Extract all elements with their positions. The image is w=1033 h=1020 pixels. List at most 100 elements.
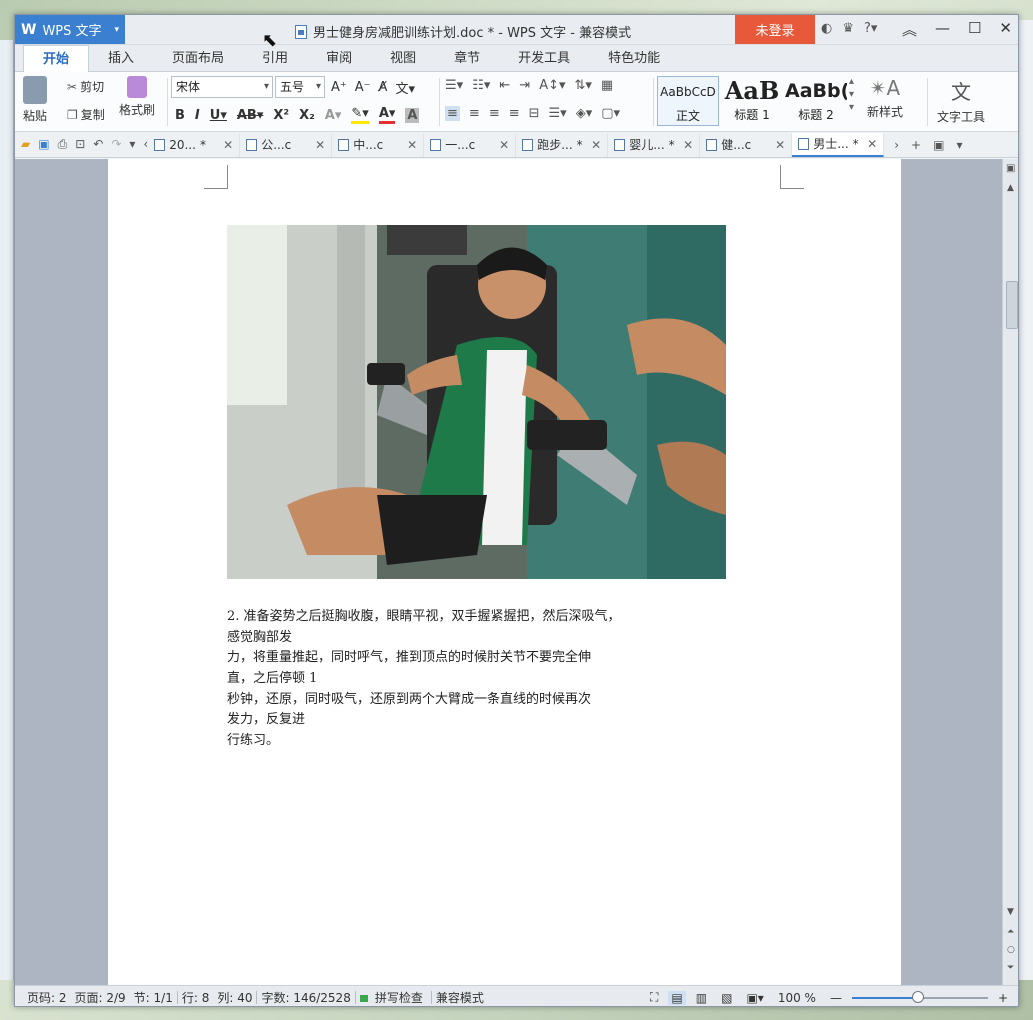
document-paragraph[interactable]: 2. 准备姿势之后挺胸收腹，眼睛平视，双手握紧握把，然后深吸气， 感觉胸部发 力…	[227, 607, 783, 752]
maximize-icon[interactable]: ☐	[968, 19, 981, 40]
reading-view-icon[interactable]: ▣▾	[742, 991, 767, 1005]
close-tab-icon[interactable]: ✕	[867, 137, 877, 151]
style-normal[interactable]: AaBbCcD 正文	[657, 76, 719, 126]
skin-icon[interactable]: ◐	[821, 21, 832, 36]
login-button[interactable]: 未登录	[735, 15, 815, 44]
table-border-icon[interactable]: ▦	[601, 78, 613, 93]
italic-icon[interactable]: I	[195, 108, 200, 123]
close-icon[interactable]: ✕	[999, 19, 1012, 40]
shading-icon[interactable]: ◈▾	[576, 106, 593, 121]
phonetic-icon[interactable]: 文▾	[395, 78, 415, 97]
clear-format-icon[interactable]: A̸	[379, 80, 388, 95]
close-tab-icon[interactable]: ✕	[683, 138, 693, 152]
spellcheck-status[interactable]: 拼写检查	[356, 989, 431, 1006]
font-size-select[interactable]: 五号	[275, 76, 325, 98]
highlight-icon[interactable]: ✎▾	[351, 106, 369, 124]
close-tab-icon[interactable]: ✕	[775, 138, 785, 152]
font-family-select[interactable]: 宋体	[171, 76, 273, 98]
text-effect-icon[interactable]: A▾	[325, 108, 342, 123]
borders-icon[interactable]: ▢▾	[601, 106, 620, 121]
undo-icon[interactable]: ↶	[93, 137, 103, 152]
zoom-slider[interactable]	[851, 990, 988, 1003]
bullet-list-icon[interactable]: ☰▾	[445, 78, 463, 93]
status-pages[interactable]: 页面: 2/9	[71, 989, 130, 1006]
document-tab[interactable]: 一...c ✕	[424, 132, 517, 157]
print-preview-icon[interactable]: ⊡	[75, 137, 85, 152]
tab-review[interactable]: 审阅	[307, 45, 371, 71]
tab-page-layout[interactable]: 页面布局	[153, 45, 243, 71]
bold-icon[interactable]: B	[175, 108, 185, 123]
close-tab-icon[interactable]: ✕	[407, 138, 417, 152]
vertical-scrollbar[interactable]: ▣ ▲ ▼ ⏶ ○ ⏷	[1002, 159, 1018, 985]
numbered-list-icon[interactable]: ☷▾	[472, 78, 490, 93]
document-tab[interactable]: 公...c ✕	[240, 132, 333, 157]
close-tab-icon[interactable]: ✕	[223, 138, 233, 152]
tab-special[interactable]: 特色功能	[589, 45, 679, 71]
zoom-value[interactable]: 100 %	[774, 991, 820, 1005]
underline-icon[interactable]: U▾	[210, 108, 227, 123]
collapse-ribbon-icon[interactable]: ︽	[902, 19, 917, 40]
strikethrough-icon[interactable]: AB▾	[237, 108, 264, 123]
decrease-indent-icon[interactable]: ⇤	[499, 78, 510, 93]
save-icon[interactable]: ▣	[38, 137, 49, 152]
zoom-knob[interactable]	[911, 990, 924, 1003]
align-right-icon[interactable]: ≡	[489, 106, 500, 121]
chevron-right-icon[interactable]: ›	[894, 138, 899, 152]
align-center-icon[interactable]: ≡	[469, 106, 480, 121]
document-page[interactable]: 2. 准备姿势之后挺胸收腹，眼睛平视，双手握紧握把，然后深吸气， 感觉胸部发 力…	[108, 159, 901, 985]
style-gallery-scroll[interactable]: ▴ ▾ ▾	[849, 76, 854, 113]
chevron-down-icon[interactable]: ▾	[849, 89, 854, 100]
browse-object-icon[interactable]: ○	[1007, 945, 1015, 955]
status-page-label[interactable]: 页码: 2	[23, 989, 71, 1006]
grow-font-icon[interactable]: A⁺	[331, 80, 347, 95]
customize-icon[interactable]: ▾	[129, 137, 135, 152]
tab-view[interactable]: 视图	[371, 45, 435, 71]
app-menu-button[interactable]: W WPS 文字 ▾	[15, 15, 125, 44]
more-styles-icon[interactable]: ▾	[849, 102, 854, 113]
chevron-up-icon[interactable]: ▴	[849, 76, 854, 87]
increase-indent-icon[interactable]: ⇥	[519, 78, 530, 93]
document-tab[interactable]: 20... * ✕	[148, 132, 241, 157]
shrink-font-icon[interactable]: A⁻	[355, 80, 371, 95]
tab-developer[interactable]: 开发工具	[499, 45, 589, 71]
web-view-icon[interactable]: ▧	[717, 991, 736, 1005]
close-tab-icon[interactable]: ✕	[591, 138, 601, 152]
shirt-icon[interactable]: ♛	[842, 21, 854, 36]
document-tab-active[interactable]: 男士... * ✕	[792, 132, 885, 157]
full-screen-icon[interactable]: ⛶	[646, 990, 662, 1005]
paste-button[interactable]: 粘贴	[23, 76, 47, 124]
tab-chapter[interactable]: 章节	[435, 45, 499, 71]
new-tab-icon[interactable]: +	[911, 138, 921, 152]
next-page-icon[interactable]: ⏷	[1007, 963, 1014, 973]
tab-menu-icon[interactable]: ▾	[956, 138, 962, 152]
close-tab-icon[interactable]: ✕	[315, 138, 325, 152]
status-word-count[interactable]: 字数: 146/2528	[257, 989, 354, 1006]
document-tab[interactable]: 婴儿... * ✕	[608, 132, 701, 157]
redo-icon[interactable]: ↷	[111, 137, 121, 152]
justify-icon[interactable]: ≡	[509, 106, 520, 121]
text-direction-icon[interactable]: A↕▾	[539, 78, 565, 93]
tab-home[interactable]: 开始	[23, 45, 90, 73]
ruler-toggle-icon[interactable]: ▣	[1006, 163, 1015, 174]
new-style-button[interactable]: ✴A 新样式	[867, 76, 903, 120]
zoom-in-icon[interactable]: +	[994, 991, 1012, 1005]
sort-icon[interactable]: ⇅▾	[575, 78, 592, 93]
close-tab-icon[interactable]: ✕	[499, 138, 509, 152]
outline-view-icon[interactable]: ▥	[692, 991, 711, 1005]
document-tab[interactable]: 健...c ✕	[700, 132, 793, 157]
help-icon[interactable]: ?▾	[864, 21, 877, 36]
zoom-out-icon[interactable]: —	[826, 991, 846, 1005]
char-shading-icon[interactable]: A	[405, 107, 420, 123]
document-tab[interactable]: 跑步... * ✕	[516, 132, 609, 157]
subscript-icon[interactable]: X₂	[299, 108, 315, 123]
scroll-down-icon[interactable]: ▼	[1007, 907, 1014, 917]
gym-chest-press-photo[interactable]	[227, 225, 726, 579]
document-tab[interactable]: 中...c ✕	[332, 132, 425, 157]
style-heading-2[interactable]: AaBb( 标题 2	[785, 76, 847, 126]
text-tools-button[interactable]: 文 文字工具	[937, 76, 985, 125]
cut-button[interactable]: ✂ 剪切	[67, 78, 104, 95]
open-icon[interactable]: ▰	[21, 137, 30, 152]
minimize-icon[interactable]: —	[935, 19, 950, 40]
scroll-thumb[interactable]	[1006, 281, 1018, 329]
tab-list-icon[interactable]: ▣	[933, 138, 944, 152]
